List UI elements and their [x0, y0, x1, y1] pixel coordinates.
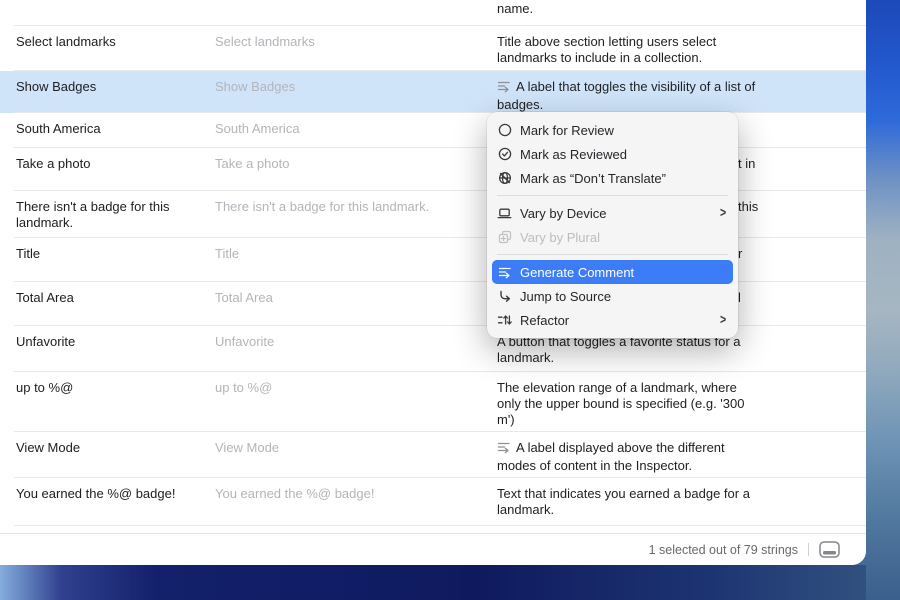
row-default-value: South America [196, 113, 478, 137]
seal-icon [496, 123, 513, 137]
table-row[interactable]: View Mode View Mode A label displayed ab… [0, 432, 866, 478]
row-default-value: Show Badges [196, 71, 478, 95]
row-key: up to %@ [0, 372, 196, 396]
row-default-value: Take a photo [196, 148, 478, 172]
row-comment: A label that toggles the visibility of a… [478, 71, 866, 113]
status-bar: 1 selected out of 79 strings [0, 533, 866, 565]
row-key: Take a photo [0, 148, 196, 172]
row-default-value: Total Area [196, 282, 478, 306]
table-row[interactable]: Select landmarks Select landmarks Title … [0, 26, 866, 71]
table-row[interactable]: up to %@ up to %@ The elevation range of… [0, 372, 866, 432]
menu-item-jump-to-source[interactable]: Jump to Source [487, 284, 738, 308]
submenu-chevron-icon: > [720, 311, 726, 327]
row-key [0, 0, 196, 1]
globe-slash-icon [496, 171, 513, 185]
table-row[interactable]: name. [0, 0, 866, 26]
row-comment: Text that indicates you earned a badge f… [478, 478, 866, 518]
toggle-editor-panel-button[interactable] [819, 541, 840, 558]
row-comment: The elevation range of a landmark, where… [478, 372, 866, 428]
menu-item-mark-as-reviewed[interactable]: Mark as Reviewed [487, 142, 738, 166]
generated-comment-icon [497, 441, 511, 458]
row-key: Unfavorite [0, 326, 196, 350]
row-default-value: You earned the %@ badge! [196, 478, 478, 502]
generated-comment-icon [497, 80, 511, 97]
row-default-value: View Mode [196, 432, 478, 456]
row-key: Show Badges [0, 71, 196, 95]
status-divider [808, 543, 809, 556]
row-comment: A label displayed above the different mo… [478, 432, 866, 474]
table-row-selected[interactable]: Show Badges Show Badges A label that tog… [0, 71, 866, 113]
row-key: Total Area [0, 282, 196, 306]
generate-comment-icon [496, 266, 513, 279]
menu-item-vary-by-plural[interactable]: Vary by Plural [487, 225, 738, 249]
menu-separator [497, 254, 728, 255]
menu-separator [497, 195, 728, 196]
context-menu: Mark for Review Mark as Reviewed Mark as… [487, 112, 738, 338]
device-icon [496, 207, 513, 220]
row-key: You earned the %@ badge! [0, 478, 196, 502]
selection-count-label: 1 selected out of 79 strings [649, 543, 798, 557]
menu-item-generate-comment[interactable]: Generate Comment [492, 260, 733, 284]
row-key: View Mode [0, 432, 196, 456]
row-key: South America [0, 113, 196, 137]
refactor-icon [496, 313, 513, 327]
row-default-value: Select landmarks [196, 26, 478, 50]
menu-item-vary-by-device[interactable]: Vary by Device > [487, 201, 738, 225]
row-default-value: up to %@ [196, 372, 478, 396]
row-key: Title [0, 238, 196, 262]
menu-item-refactor[interactable]: Refactor > [487, 308, 738, 332]
row-default-value: There isn't a badge for this landmark. [196, 191, 478, 215]
row-default-value [196, 0, 478, 1]
row-key: There isn't a badge for this landmark. [0, 191, 196, 231]
plural-icon [496, 230, 513, 244]
row-default-value: Unfavorite [196, 326, 478, 350]
row-key: Select landmarks [0, 26, 196, 50]
jump-arrow-icon [496, 290, 513, 303]
row-comment: Title above section letting users select… [478, 26, 866, 66]
row-comment: name. [478, 0, 866, 17]
menu-item-mark-for-review[interactable]: Mark for Review [487, 118, 738, 142]
menu-item-mark-dont-translate[interactable]: Mark as “Don’t Translate” [487, 166, 738, 190]
desktop-wallpaper-bottom [0, 565, 866, 600]
submenu-chevron-icon: > [720, 204, 726, 220]
table-row[interactable]: You earned the %@ badge! You earned the … [0, 478, 866, 526]
row-default-value: Title [196, 238, 478, 262]
checkmark-seal-icon [496, 147, 513, 161]
